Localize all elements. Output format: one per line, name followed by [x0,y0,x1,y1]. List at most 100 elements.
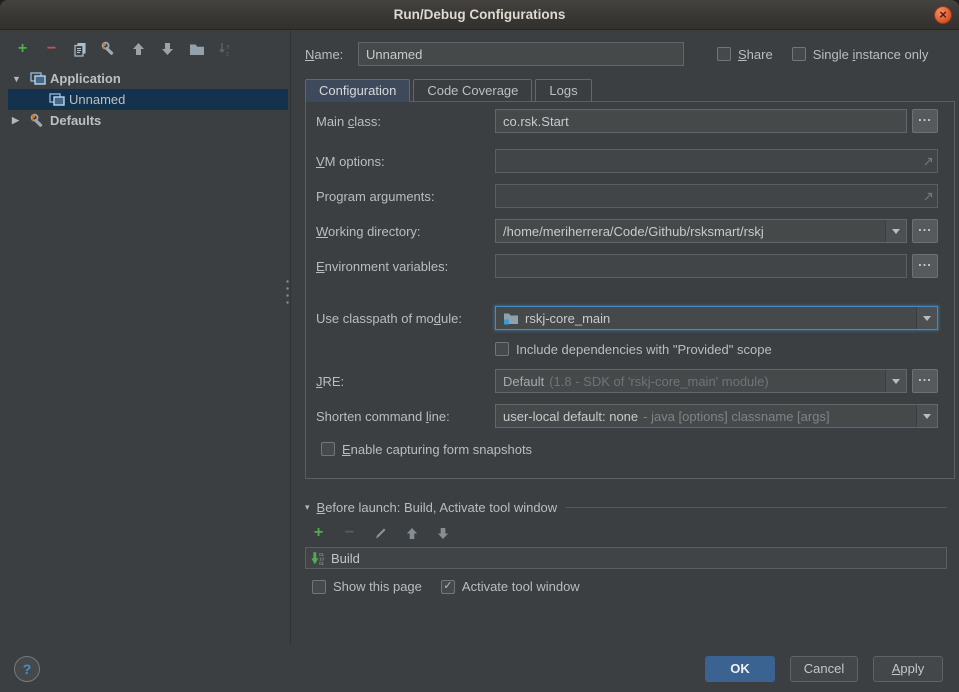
activate-tool-window-checkbox[interactable]: ✓ [441,580,455,594]
module-classpath-combobox[interactable]: rskj-core_main [495,306,938,330]
main-class-browse-button[interactable]: ... [912,109,938,133]
working-directory-row: Working directory: /home/meriherrera/Cod… [316,219,954,243]
splitter-handle[interactable] [285,278,290,308]
tree-item-label: Unnamed [69,92,125,107]
before-launch-title: Before launch: Build, Activate tool wind… [317,500,558,515]
label-pre: Shorten command [316,409,426,424]
configuration-editor-panel: Name: Share Single instance only Configu… [291,30,959,645]
jre-fields: Default (1.8 - SDK of 'rskj-core_main' m… [495,369,938,393]
shorten-command-line-combobox[interactable]: user-local default: none - java [options… [495,404,938,428]
ok-label: OK [730,661,750,676]
tree-item-unnamed[interactable]: Unnamed [8,89,288,110]
application-type-icon [49,93,69,106]
label-mnemonic: W [316,224,328,239]
check-icon: ✓ [443,581,452,592]
create-folder-icon[interactable] [188,41,205,58]
chevron-right-icon[interactable]: ▶ [12,115,30,126]
chevron-down-icon[interactable]: ▼ [12,74,30,84]
program-arguments-label: Program arguments: [316,189,495,204]
vm-options-input[interactable] [495,149,938,173]
single-instance-checkbox-group: Single instance only [792,47,929,62]
environment-variables-browse-button[interactable]: ... [912,254,938,278]
working-directory-combobox[interactable]: /home/meriherrera/Code/Github/rsksmart/r… [495,219,907,243]
label-pre: Single [813,47,853,62]
move-down-icon[interactable] [159,41,176,58]
show-this-page-checkbox[interactable] [312,580,326,594]
tree-item-defaults[interactable]: ▶ Defaults [0,110,290,131]
application-type-icon [30,72,50,85]
add-task-icon[interactable]: + [310,525,327,542]
jre-combobox[interactable]: Default (1.8 - SDK of 'rskj-core_main' m… [495,369,907,393]
environment-variables-fields: ... [495,254,938,278]
edit-task-icon[interactable] [372,525,389,542]
label-post: RE: [323,374,345,389]
label-mnemonic: N [305,47,314,62]
enable-capturing-checkbox[interactable] [321,442,335,456]
program-arguments-fields [495,184,938,208]
remove-task-icon[interactable]: − [341,525,358,542]
program-arguments-input[interactable] [495,184,938,208]
name-input[interactable] [358,42,684,66]
main-class-input[interactable] [495,109,907,133]
before-launch-header[interactable]: ▾ Before launch: Build, Activate tool wi… [305,500,947,515]
environment-variables-row: Environment variables: ... [316,254,954,278]
cancel-button[interactable]: Cancel [790,656,858,682]
label-post: ule: [441,311,462,326]
environment-variables-input[interactable] [495,254,907,278]
jre-browse-button[interactable]: ... [912,369,938,393]
svg-text:z: z [226,50,229,57]
apply-button[interactable]: Apply [873,656,943,682]
include-dependencies-label: Include dependencies with "Provided" sco… [516,342,772,357]
collapse-arrow-icon[interactable]: ▾ [305,502,310,513]
ok-button[interactable]: OK [705,656,775,682]
enable-capturing-label: Enable capturing form snapshots [342,442,532,457]
close-icon: × [939,8,947,21]
include-dependencies-checkbox[interactable] [495,342,509,356]
configurations-tree-panel: + − az [0,30,291,645]
dropdown-arrow-icon[interactable] [916,405,937,427]
before-launch-task-row[interactable]: 011001 Build [305,547,947,569]
label-pre: Program ar [316,189,381,204]
label-pre: Use classpath of mo [316,311,434,326]
help-button[interactable]: ? [14,656,40,682]
combo-hint: - java [options] classname [args] [643,409,829,424]
shorten-command-line-row: Shorten command line: user-local default… [316,404,954,428]
window-title: Run/Debug Configurations [0,0,959,29]
remove-configuration-icon[interactable]: − [43,41,60,58]
cancel-label: Cancel [804,661,844,676]
tab-bar: Configuration Code Coverage Logs [305,79,955,101]
module-classpath-value: rskj-core_main [496,307,916,329]
module-icon [503,312,519,325]
label-post: efore launch: Build, Activate tool windo… [325,500,557,515]
single-instance-checkbox[interactable] [792,47,806,61]
plus-icon: + [18,41,27,57]
dropdown-arrow-icon[interactable] [916,307,937,329]
separator-line [566,507,947,508]
working-directory-browse-button[interactable]: ... [912,219,938,243]
tree-item-application[interactable]: ▼ Application [0,68,290,89]
label-post: hare [747,47,773,62]
copy-configuration-icon[interactable] [72,41,89,58]
add-configuration-icon[interactable]: + [14,41,31,58]
tab-configuration[interactable]: Configuration [305,79,410,102]
tab-code-coverage[interactable]: Code Coverage [413,79,532,102]
include-dependencies-row: Include dependencies with "Provided" sco… [495,341,954,357]
tab-label: Configuration [319,83,396,98]
close-button[interactable]: × [934,6,952,24]
dropdown-arrow-icon[interactable] [885,220,906,242]
tab-logs[interactable]: Logs [535,79,591,102]
shorten-command-line-label: Shorten command line: [316,409,495,424]
label-mnemonic: d [434,311,441,326]
move-up-icon[interactable] [130,41,147,58]
edit-defaults-icon[interactable] [101,41,118,58]
move-task-down-icon[interactable] [434,525,451,542]
show-this-page-label: Show this page [333,579,422,594]
main-class-row: Main class: ... [316,109,954,133]
label-mnemonic: V [316,154,325,169]
main-class-fields: ... [495,109,938,133]
share-checkbox[interactable] [717,47,731,61]
sort-configurations-icon[interactable]: az [217,41,234,58]
dropdown-arrow-icon[interactable] [885,370,906,392]
combo-value: rskj-core_main [525,311,610,326]
move-task-up-icon[interactable] [403,525,420,542]
